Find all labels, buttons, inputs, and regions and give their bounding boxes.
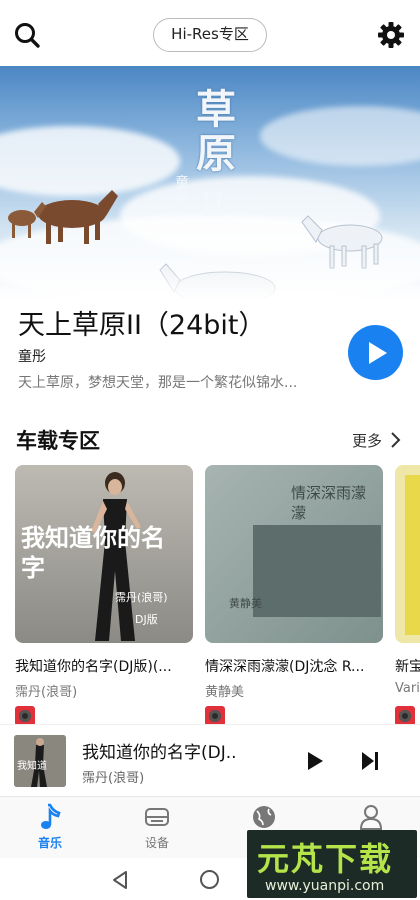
vinyl-badge-icon xyxy=(15,706,35,726)
person-icon xyxy=(359,805,383,830)
globe-icon xyxy=(253,806,275,828)
album-title[interactable]: 新宝 xyxy=(395,656,420,676)
chevron-right-icon[interactable] xyxy=(390,431,402,449)
search-icon[interactable] xyxy=(12,20,42,50)
play-icon xyxy=(369,342,387,364)
album-cover[interactable] xyxy=(395,465,420,643)
play-button[interactable] xyxy=(348,325,403,380)
car-device-icon xyxy=(145,808,169,826)
music-note-icon xyxy=(41,803,61,829)
cover-tag-text: DJ版 xyxy=(135,613,158,626)
hero-fade xyxy=(0,260,420,300)
watermark-title: 元芃下载 xyxy=(257,840,394,878)
album-title[interactable]: 我知道你的名字(DJ版)(... xyxy=(15,656,193,676)
album-artist[interactable]: 霈丹(浪哥) xyxy=(15,681,77,700)
album-artist[interactable]: 黄静美 xyxy=(205,681,244,700)
album-card[interactable]: 新宝 Vari xyxy=(395,465,420,727)
cover-title-text: 情深深雨濛濛 xyxy=(291,484,367,522)
album-artist[interactable]: Vari xyxy=(395,681,420,696)
gear-icon[interactable] xyxy=(376,20,406,50)
album-title[interactable]: 情深深雨濛濛(DJ沈念 R... xyxy=(205,656,383,676)
hero-art-numeral: II xyxy=(200,186,226,224)
hero-art-artist: 童彤 xyxy=(175,175,189,209)
svg-text:我知道: 我知道 xyxy=(17,759,47,772)
mini-player-artist[interactable]: 霈丹(浪哥) xyxy=(82,767,144,786)
mini-player-title[interactable]: 我知道你的名字(DJ.. xyxy=(82,738,237,763)
mini-player-cover[interactable]: 我知道 xyxy=(14,735,66,787)
mini-player[interactable]: 我知道 我知道你的名字(DJ.. 霈丹(浪哥) xyxy=(0,724,420,796)
mini-cover-art: 我知道 xyxy=(14,735,66,787)
tab-music[interactable]: 音乐 xyxy=(20,803,80,851)
tab-device[interactable]: 设备 xyxy=(127,803,187,851)
song-title[interactable]: 天上草原II（24bit） xyxy=(18,303,266,342)
site-watermark: 元芃下载 www.yuanpi.com xyxy=(247,830,417,898)
tab-label: 音乐 xyxy=(37,836,62,850)
cover-color-block xyxy=(405,475,420,635)
hero-banner[interactable]: 草原 童彤 II xyxy=(0,66,420,300)
vinyl-badge-icon xyxy=(205,706,225,726)
top-bar: Hi-Res专区 xyxy=(0,0,420,66)
cover-photo-block xyxy=(253,525,381,617)
cover-sub-text: 黄静美 xyxy=(229,597,262,610)
back-icon[interactable] xyxy=(110,870,130,890)
album-cover[interactable]: 情深深雨濛濛 黄静美 xyxy=(205,465,383,643)
hero-art-title: 草原 xyxy=(196,86,236,177)
cover-sub-text: 霈丹(浪哥) xyxy=(115,591,168,604)
watermark-url: www.yuanpi.com xyxy=(265,878,385,894)
album-card[interactable]: 我知道你的名字 霈丹(浪哥) DJ版 我知道你的名字(DJ版)(... 霈丹(浪… xyxy=(15,465,193,726)
play-icon[interactable] xyxy=(305,750,325,772)
album-cover[interactable]: 我知道你的名字 霈丹(浪哥) DJ版 xyxy=(15,465,193,643)
home-icon[interactable] xyxy=(200,870,219,889)
song-description: 天上草原，梦想天堂，那是一个繁花似锦水... xyxy=(18,375,298,391)
skip-next-icon[interactable] xyxy=(360,750,380,772)
more-link[interactable]: 更多 xyxy=(352,430,382,451)
tab-label: 设备 xyxy=(144,836,169,850)
vinyl-badge-icon xyxy=(395,706,415,726)
cover-title-text: 我知道你的名字 xyxy=(21,523,165,582)
hires-zone-button[interactable]: Hi-Res专区 xyxy=(153,18,267,52)
section-title: 车载专区 xyxy=(16,429,100,453)
album-card[interactable]: 情深深雨濛濛 黄静美 情深深雨濛濛(DJ沈念 R... 黄静美 xyxy=(205,465,383,726)
song-artist[interactable]: 童彤 xyxy=(18,346,46,366)
